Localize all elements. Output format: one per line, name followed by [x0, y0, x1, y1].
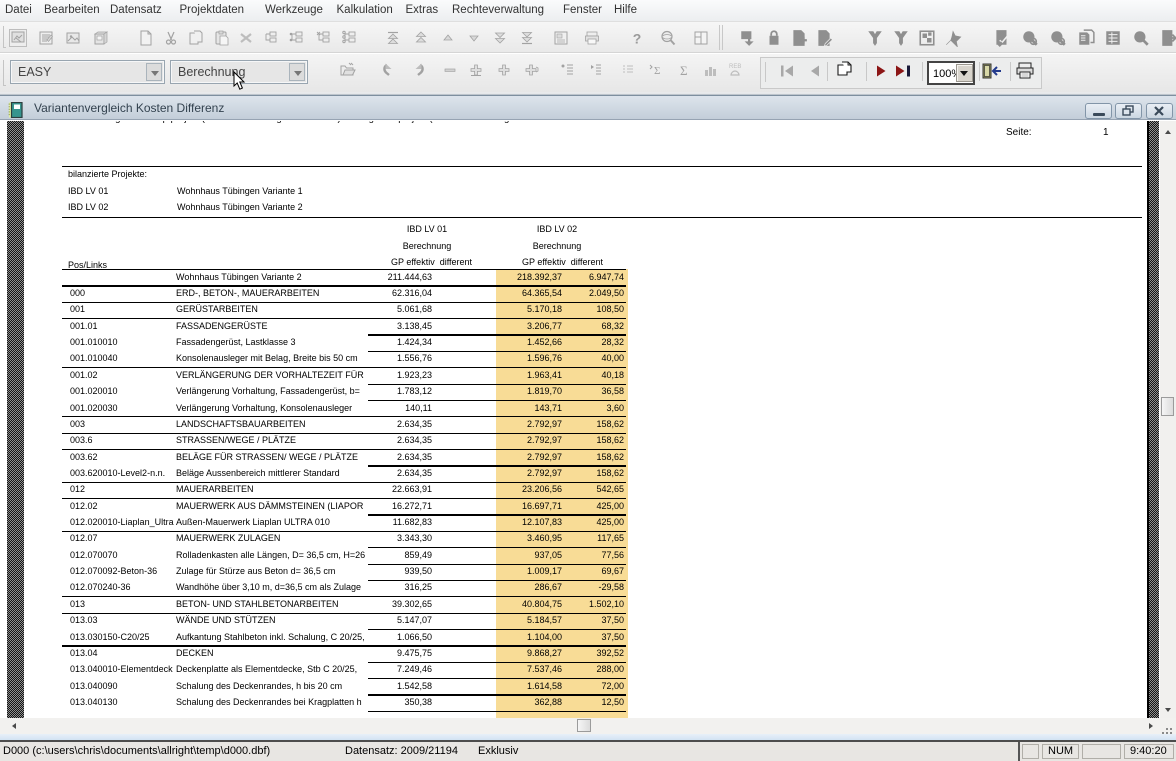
- svg-text:Σ: Σ: [680, 63, 688, 78]
- svg-text:?: ?: [633, 31, 642, 47]
- svg-text:REB: REB: [729, 64, 741, 70]
- svg-text:Σ: Σ: [654, 65, 660, 77]
